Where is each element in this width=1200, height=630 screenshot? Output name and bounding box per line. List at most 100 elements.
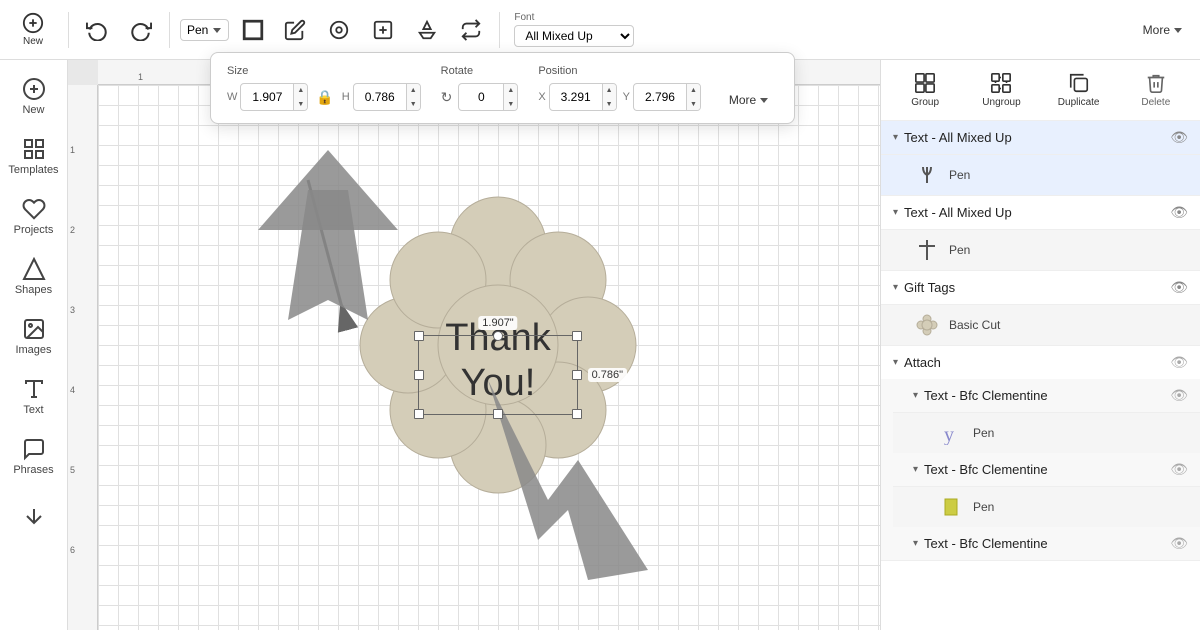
height-input-wrapper: H ▲ ▼ [342,83,421,111]
redo-button[interactable] [123,4,159,56]
handle-bottom-center[interactable] [493,409,503,419]
subgroup-header-4-2[interactable]: ▾ Text - Bfc Clementine 👁 [893,453,1200,486]
canvas-area[interactable]: 1 2 3 4 5 6 7 8 1 2 3 4 5 6 [68,60,880,630]
sidebar-projects-label: Projects [14,224,54,236]
size-more-chevron-icon [758,94,770,106]
layer-item-2-1[interactable]: Pen [881,229,1200,270]
shapes-icon [22,257,46,281]
font-select[interactable]: All Mixed Up [514,25,634,47]
height-arrows: ▲ ▼ [406,83,420,111]
more-chevron-icon [1172,24,1184,36]
sidebar-item-projects[interactable]: Projects [4,188,64,244]
separator-1 [68,12,69,48]
subeye-4-3[interactable]: 👁 [1170,535,1188,552]
duplicate-label: Duplicate [1058,97,1100,108]
sidebar-item-images[interactable]: Images [4,308,64,364]
images-icon [22,317,46,341]
pen-dropdown[interactable]: Pen [180,19,229,41]
y-up-btn[interactable]: ▲ [687,83,700,97]
style-button[interactable] [321,4,357,56]
handle-middle-right[interactable] [572,370,582,380]
separator-3 [499,12,500,48]
eye-icon-1[interactable]: 👁 [1170,129,1188,146]
eye-icon-4[interactable]: 👁 [1170,354,1188,371]
rotate-field[interactable]: ▲ ▼ [458,83,518,111]
y-input[interactable] [634,90,686,104]
selection-box[interactable]: 1.907" 0.786" [418,335,578,415]
square-style-button[interactable] [237,14,269,46]
subgroup-header-4-1[interactable]: ▾ Text - Bfc Clementine 👁 [893,379,1200,412]
rotate-up-btn[interactable]: ▲ [504,83,517,97]
edit-button[interactable] [277,4,313,56]
lock-icon[interactable]: 🔒 [316,89,333,106]
subeye-4-2[interactable]: 👁 [1170,461,1188,478]
new-button[interactable]: New [8,4,58,56]
undo-button[interactable] [79,4,115,56]
x-up-btn[interactable]: ▲ [603,83,616,97]
handle-top-left[interactable] [414,331,424,341]
duplicate-button[interactable]: Duplicate [1050,68,1108,112]
rotate-down-btn[interactable]: ▼ [504,97,517,111]
sidebar-item-extra[interactable] [4,488,64,544]
handle-top-center[interactable] [493,331,503,341]
panel-toolbar: Group Ungroup Duplicate [881,60,1200,121]
x-field[interactable]: ▲ ▼ [549,83,617,111]
width-field[interactable]: ▲ ▼ [240,83,308,111]
sidebar-item-templates[interactable]: Templates [4,128,64,184]
delete-label: Delete [1141,97,1170,108]
height-input[interactable] [354,90,406,104]
width-up-btn[interactable]: ▲ [294,83,307,97]
subgroup-header-4-3[interactable]: ▾ Text - Bfc Clementine 👁 [893,527,1200,560]
layer-header-3[interactable]: ▾ Gift Tags 👁 [881,271,1200,304]
y-label: Y [623,91,630,103]
subeye-4-1[interactable]: 👁 [1170,387,1188,404]
delete-button[interactable]: Delete [1128,68,1184,112]
size-position-popup: Size W ▲ ▼ 🔒 H ▲ ▼ [210,52,795,124]
fork-svg [917,163,937,187]
height-down-btn[interactable]: ▼ [407,97,420,111]
sidebar-item-new[interactable]: New [4,68,64,124]
x-arrows: ▲ ▼ [602,83,616,111]
handle-bottom-left[interactable] [414,409,424,419]
layer-item-3-1[interactable]: Basic Cut [881,304,1200,345]
position-inputs: X ▲ ▼ Y ▲ ▼ [538,83,701,111]
layer-header-2[interactable]: ▾ Text - All Mixed Up 👁 [881,196,1200,229]
add-button[interactable] [365,4,401,56]
handle-middle-left[interactable] [414,370,424,380]
templates-icon [22,137,46,161]
layer-header-4[interactable]: ▾ Attach 👁 [881,346,1200,379]
main-body: New Templates Projects Shapes Images [0,60,1200,630]
layer-item-1-1[interactable]: Pen [881,154,1200,195]
warp-button[interactable] [409,4,445,56]
sublayer-item-4-2-1[interactable]: Pen [893,486,1200,527]
group-button[interactable]: Group [897,68,953,112]
add-icon [372,19,394,41]
handle-top-right[interactable] [572,331,582,341]
sidebar-item-shapes[interactable]: Shapes [4,248,64,304]
handle-bottom-right[interactable] [572,409,582,419]
sidebar-item-phrases[interactable]: Phrases [4,428,64,484]
more-button[interactable]: More [1135,19,1192,41]
layer-header-1[interactable]: ▾ Text - All Mixed Up 👁 [881,121,1200,154]
rotate-input[interactable] [459,90,503,104]
layer-type-1-1: Pen [949,168,970,182]
sidebar-text-label: Text [23,404,43,416]
y-down-btn[interactable]: ▼ [687,97,700,111]
height-field[interactable]: ▲ ▼ [353,83,421,111]
x-down-btn[interactable]: ▼ [603,97,616,111]
sublayer-item-4-1-1[interactable]: y Pen [893,412,1200,453]
x-input[interactable] [550,90,602,104]
width-down-btn[interactable]: ▼ [294,97,307,111]
eye-icon-3[interactable]: 👁 [1170,279,1188,296]
layer-title-2: Text - All Mixed Up [904,205,1012,220]
y-field[interactable]: ▲ ▼ [633,83,701,111]
edit-icon [284,19,306,41]
width-input[interactable] [241,90,293,104]
size-more-button[interactable]: More [721,89,778,111]
ungroup-button[interactable]: Ungroup [973,68,1029,112]
eye-icon-2[interactable]: 👁 [1170,204,1188,221]
subchevron-4-1: ▾ [913,390,918,401]
height-up-btn[interactable]: ▲ [407,83,420,97]
flip-button[interactable] [453,4,489,56]
sidebar-item-text[interactable]: Text [4,368,64,424]
